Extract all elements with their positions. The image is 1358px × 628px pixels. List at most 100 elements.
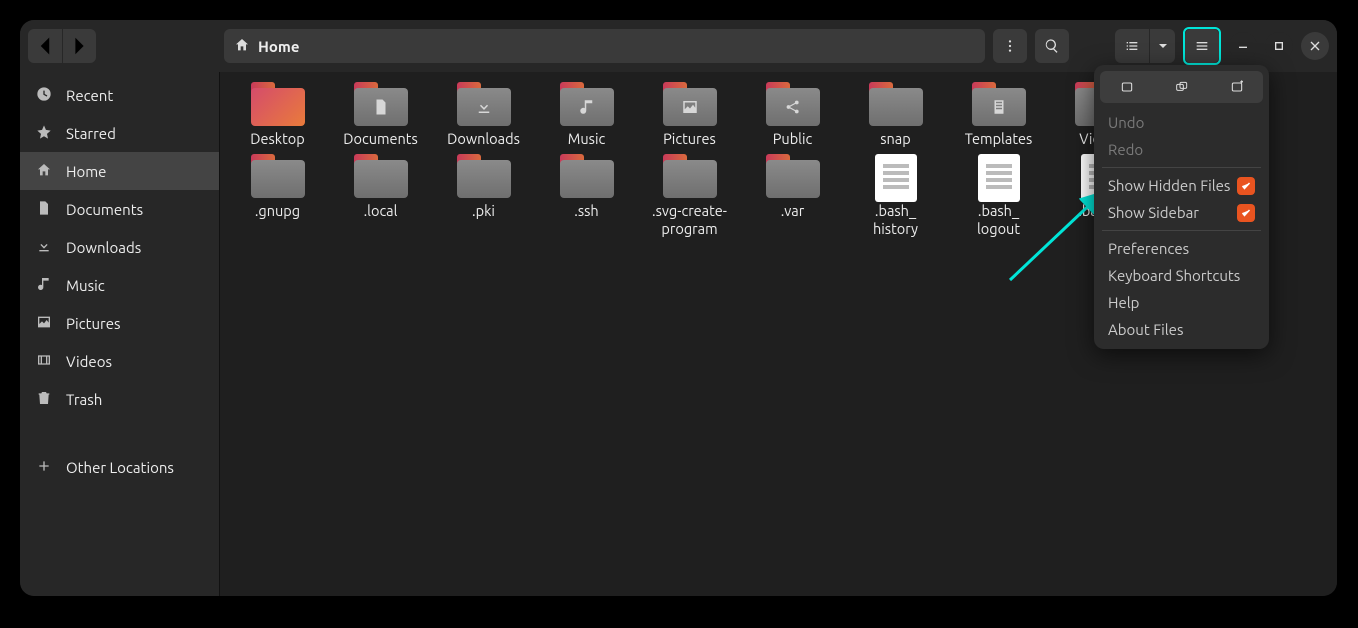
minimize-button[interactable] (1229, 32, 1257, 60)
show-hidden-checkbox[interactable] (1237, 177, 1255, 195)
file-icon (972, 154, 1026, 198)
sidebar-item-home[interactable]: Home (20, 152, 219, 190)
sidebar: RecentStarredHome Documents Downloads Music… (20, 72, 220, 596)
download-icon (457, 90, 511, 124)
folder-Public[interactable]: Public (741, 82, 844, 148)
folder-icon (251, 82, 305, 126)
path-menu-button[interactable] (993, 29, 1027, 63)
trash-icon (36, 390, 52, 409)
folder-.ssh[interactable]: .ssh (535, 154, 638, 238)
search-button[interactable] (1035, 29, 1069, 63)
folder-Templates[interactable]: Templates (947, 82, 1050, 148)
folder-icon (457, 154, 511, 198)
folder-icon (560, 82, 614, 126)
item-label: .var (781, 202, 805, 220)
item-label: .pki (472, 202, 495, 220)
maximize-button[interactable] (1265, 32, 1293, 60)
sidebar-label: Videos (66, 353, 112, 370)
sidebar-label: Documents (66, 201, 143, 218)
item-label: Desktop (250, 130, 304, 148)
folder-Desktop[interactable]: Desktop (226, 82, 329, 148)
clock-icon (36, 86, 52, 105)
item-label: snap (880, 130, 911, 148)
sidebar-label: Trash (66, 391, 102, 408)
view-options-button[interactable] (1149, 29, 1175, 63)
folder-icon (560, 154, 614, 198)
sidebar-label: Music (66, 277, 105, 294)
hamburger-menu-button[interactable] (1185, 29, 1219, 63)
menu-keyboard-shortcuts[interactable]: Keyboard Shortcuts (1100, 262, 1263, 289)
download-icon (36, 238, 52, 257)
picture-icon (663, 90, 717, 124)
view-group (1115, 29, 1175, 63)
show-sidebar-checkbox[interactable] (1237, 204, 1255, 222)
video-icon (36, 352, 52, 371)
menu-undo[interactable]: Undo (1100, 109, 1263, 136)
item-label: Templates (965, 130, 1033, 148)
menu-show-sidebar[interactable]: Show Sidebar (1100, 199, 1263, 226)
menu-preferences[interactable]: Preferences (1100, 235, 1263, 262)
home-icon (234, 37, 250, 56)
back-button[interactable] (28, 29, 62, 63)
item-label: Public (773, 130, 813, 148)
list-view-button[interactable] (1115, 29, 1149, 63)
folder-Music[interactable]: Music (535, 82, 638, 148)
sidebar-item-downloads[interactable]: Downloads (20, 228, 219, 266)
new-window-button[interactable] (1100, 71, 1153, 103)
file-icon (869, 154, 923, 198)
sidebar-item-music[interactable]: Music (20, 266, 219, 304)
item-label: .bash_history (873, 202, 918, 238)
close-button[interactable] (1301, 32, 1329, 60)
doc-icon (354, 90, 408, 124)
folder-.var[interactable]: .var (741, 154, 844, 238)
music-icon (36, 276, 52, 295)
folder-.gnupg[interactable]: .gnupg (226, 154, 329, 238)
forward-button[interactable] (62, 29, 96, 63)
folder-snap[interactable]: snap (844, 82, 947, 148)
sidebar-item-recent[interactable]: Recent (20, 76, 219, 114)
sidebar-item-trash[interactable]: Trash (20, 380, 219, 418)
sidebar-item-pictures[interactable]: Pictures (20, 304, 219, 342)
folder-Documents[interactable]: Documents (329, 82, 432, 148)
folder-icon (972, 82, 1026, 126)
folder-Downloads[interactable]: Downloads (432, 82, 535, 148)
music-icon (560, 90, 614, 124)
plus-icon (36, 458, 52, 477)
menu-about[interactable]: About Files (1100, 316, 1263, 343)
item-label: Downloads (447, 130, 520, 148)
new-folder-window-button[interactable] (1210, 71, 1263, 103)
item-label: .gnupg (255, 202, 300, 220)
menu-window-row (1100, 71, 1263, 103)
item-label: .bash_logout (977, 202, 1020, 238)
path-label: Home (258, 38, 299, 55)
sidebar-label: Other Locations (66, 459, 174, 476)
menu-redo[interactable]: Redo (1100, 136, 1263, 163)
sidebar-label: Pictures (66, 315, 121, 332)
nav-group (28, 29, 96, 63)
folder-.svg-create-program[interactable]: .svg-create-program (638, 154, 741, 238)
folder-.local[interactable]: .local (329, 154, 432, 238)
sidebar-item-videos[interactable]: Videos (20, 342, 219, 380)
folder-icon (354, 154, 408, 198)
file-.bash_history[interactable]: .bash_history (844, 154, 947, 238)
item-label: .local (364, 202, 398, 220)
file-.bash_logout[interactable]: .bash_logout (947, 154, 1050, 238)
folder-Pictures[interactable]: Pictures (638, 82, 741, 148)
folder-icon (663, 154, 717, 198)
menu-help[interactable]: Help (1100, 289, 1263, 316)
item-label: Music (568, 130, 605, 148)
star-icon (36, 124, 52, 143)
picture-icon (36, 314, 52, 333)
new-tab-button[interactable] (1155, 71, 1208, 103)
item-label: .svg-create-program (640, 202, 740, 238)
path-bar[interactable]: Home (224, 29, 985, 63)
menu-show-hidden[interactable]: Show Hidden Files (1100, 172, 1263, 199)
sidebar-item-starred[interactable]: Starred (20, 114, 219, 152)
sidebar-label: Downloads (66, 239, 141, 256)
sidebar-item-documents[interactable]: Documents (20, 190, 219, 228)
folder-.pki[interactable]: .pki (432, 154, 535, 238)
item-label: Documents (343, 130, 418, 148)
item-label: Pictures (663, 130, 716, 148)
folder-icon (251, 154, 305, 198)
sidebar-other-locations[interactable]: Other Locations (20, 448, 219, 486)
